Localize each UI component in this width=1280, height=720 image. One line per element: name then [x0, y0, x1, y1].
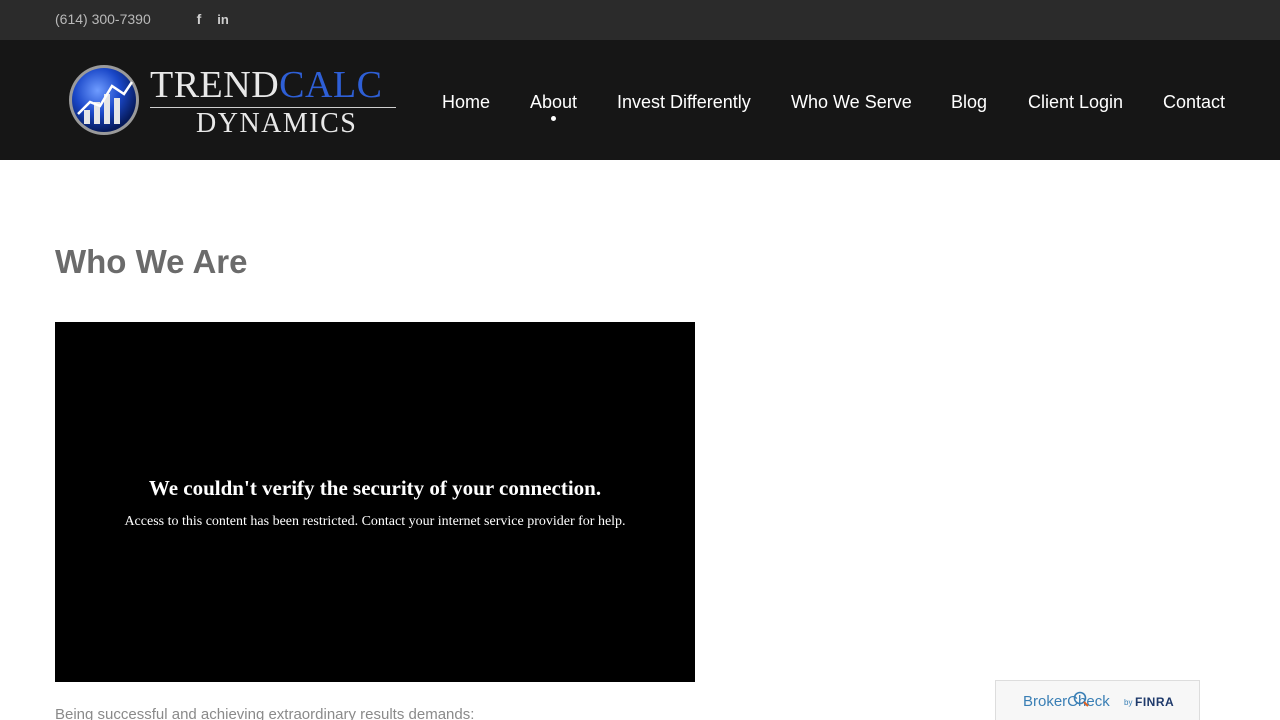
- nav-item-about[interactable]: About: [530, 92, 577, 113]
- finra-label: FINRA: [1135, 695, 1175, 709]
- nav-item-contact[interactable]: Contact: [1163, 92, 1225, 113]
- active-nav-indicator: [551, 116, 556, 121]
- video-error-message: Access to this content has been restrict…: [124, 514, 626, 529]
- phone-number[interactable]: (614) 300-7390: [55, 11, 151, 27]
- brokercheck-badge[interactable]: BrokerCheck by FINRA: [995, 680, 1200, 720]
- brokercheck-by: by: [1124, 698, 1133, 707]
- nav-item-home[interactable]: Home: [442, 92, 490, 113]
- page-title: Who We Are: [55, 243, 248, 280]
- intro-text: Being successful and achieving extraordi…: [55, 706, 475, 720]
- top-bar: (614) 300-7390 f in: [0, 0, 1280, 40]
- brokercheck-label: BrokerCheck: [1023, 693, 1110, 710]
- nav-item-who-we-serve[interactable]: Who We Serve: [791, 92, 912, 113]
- nav-item-invest-differently[interactable]: Invest Differently: [617, 92, 751, 113]
- main-nav: Home About Invest Differently Who We Ser…: [0, 40, 1280, 160]
- facebook-icon[interactable]: f: [190, 10, 208, 28]
- video-embed[interactable]: We couldn't verify the security of your …: [55, 322, 695, 682]
- nav-item-blog[interactable]: Blog: [951, 92, 987, 113]
- nav-item-client-login[interactable]: Client Login: [1028, 92, 1123, 113]
- video-error-heading: We couldn't verify the security of your …: [148, 476, 602, 500]
- magnifier-icon: [1073, 691, 1089, 707]
- linkedin-icon[interactable]: in: [214, 10, 232, 28]
